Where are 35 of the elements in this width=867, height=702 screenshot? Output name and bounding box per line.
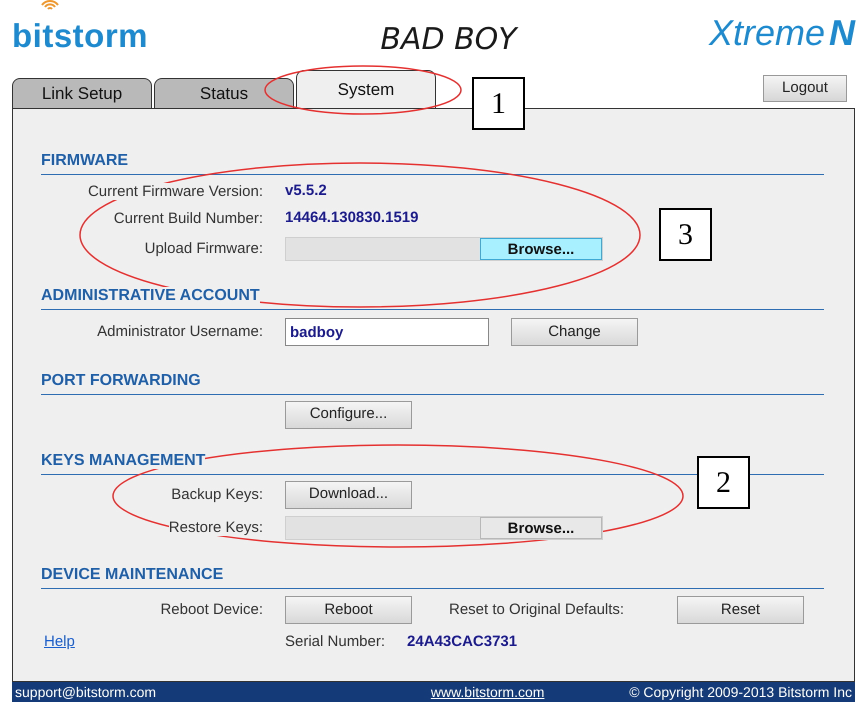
field-label: Current Firmware Version: bbox=[88, 182, 263, 200]
button[interactable]: Configure... bbox=[285, 400, 412, 428]
field-label: Backup Keys: bbox=[171, 486, 263, 502]
website-link[interactable]: www.bitstorm.com bbox=[430, 682, 544, 702]
tab[interactable]: Link Setup bbox=[12, 78, 152, 108]
logout-button[interactable]: Logout bbox=[763, 75, 847, 102]
username-field[interactable]: badboy bbox=[285, 318, 489, 346]
callout-number: 1 bbox=[472, 77, 525, 130]
field-label: Current Build Number: bbox=[114, 210, 263, 226]
field-label: Serial Number: bbox=[285, 632, 386, 652]
field-label: Upload Firmware: bbox=[144, 240, 263, 257]
browse-button[interactable]: Browse... bbox=[480, 238, 602, 260]
serial-value: 24A43CAC3731 bbox=[407, 632, 518, 652]
field-label: Reset to Original Defaults: bbox=[449, 600, 626, 620]
tab[interactable]: System bbox=[296, 70, 436, 108]
file-field[interactable]: Browse... bbox=[285, 237, 603, 261]
button[interactable]: Reboot bbox=[285, 596, 412, 624]
help-link[interactable]: Help bbox=[44, 633, 75, 650]
button[interactable]: Download... bbox=[285, 480, 412, 508]
section-heading: ADMINISTRATIVE ACCOUNT bbox=[41, 287, 260, 304]
callout-number: 3 bbox=[659, 208, 712, 261]
section-heading: KEYS MANAGEMENT bbox=[41, 452, 206, 469]
support-email: support@bitstorm.com bbox=[15, 682, 156, 702]
button[interactable]: Change bbox=[511, 318, 638, 346]
wifi-icon bbox=[40, 0, 60, 10]
product-logo: XtremeN bbox=[708, 11, 855, 55]
product-name: BAD BOY bbox=[380, 21, 517, 59]
copyright-text: © Copyright 2009-2013 Bitstorm Inc bbox=[629, 682, 852, 702]
callout-number: 2 bbox=[697, 456, 750, 509]
tab[interactable]: Status bbox=[154, 78, 294, 108]
field-label: Restore Keys: bbox=[168, 519, 263, 536]
browse-button[interactable]: Browse... bbox=[480, 517, 602, 539]
file-field[interactable]: Browse... bbox=[285, 516, 603, 540]
button[interactable]: Reset bbox=[677, 596, 804, 624]
brand-logo: bitstorm bbox=[12, 16, 148, 54]
